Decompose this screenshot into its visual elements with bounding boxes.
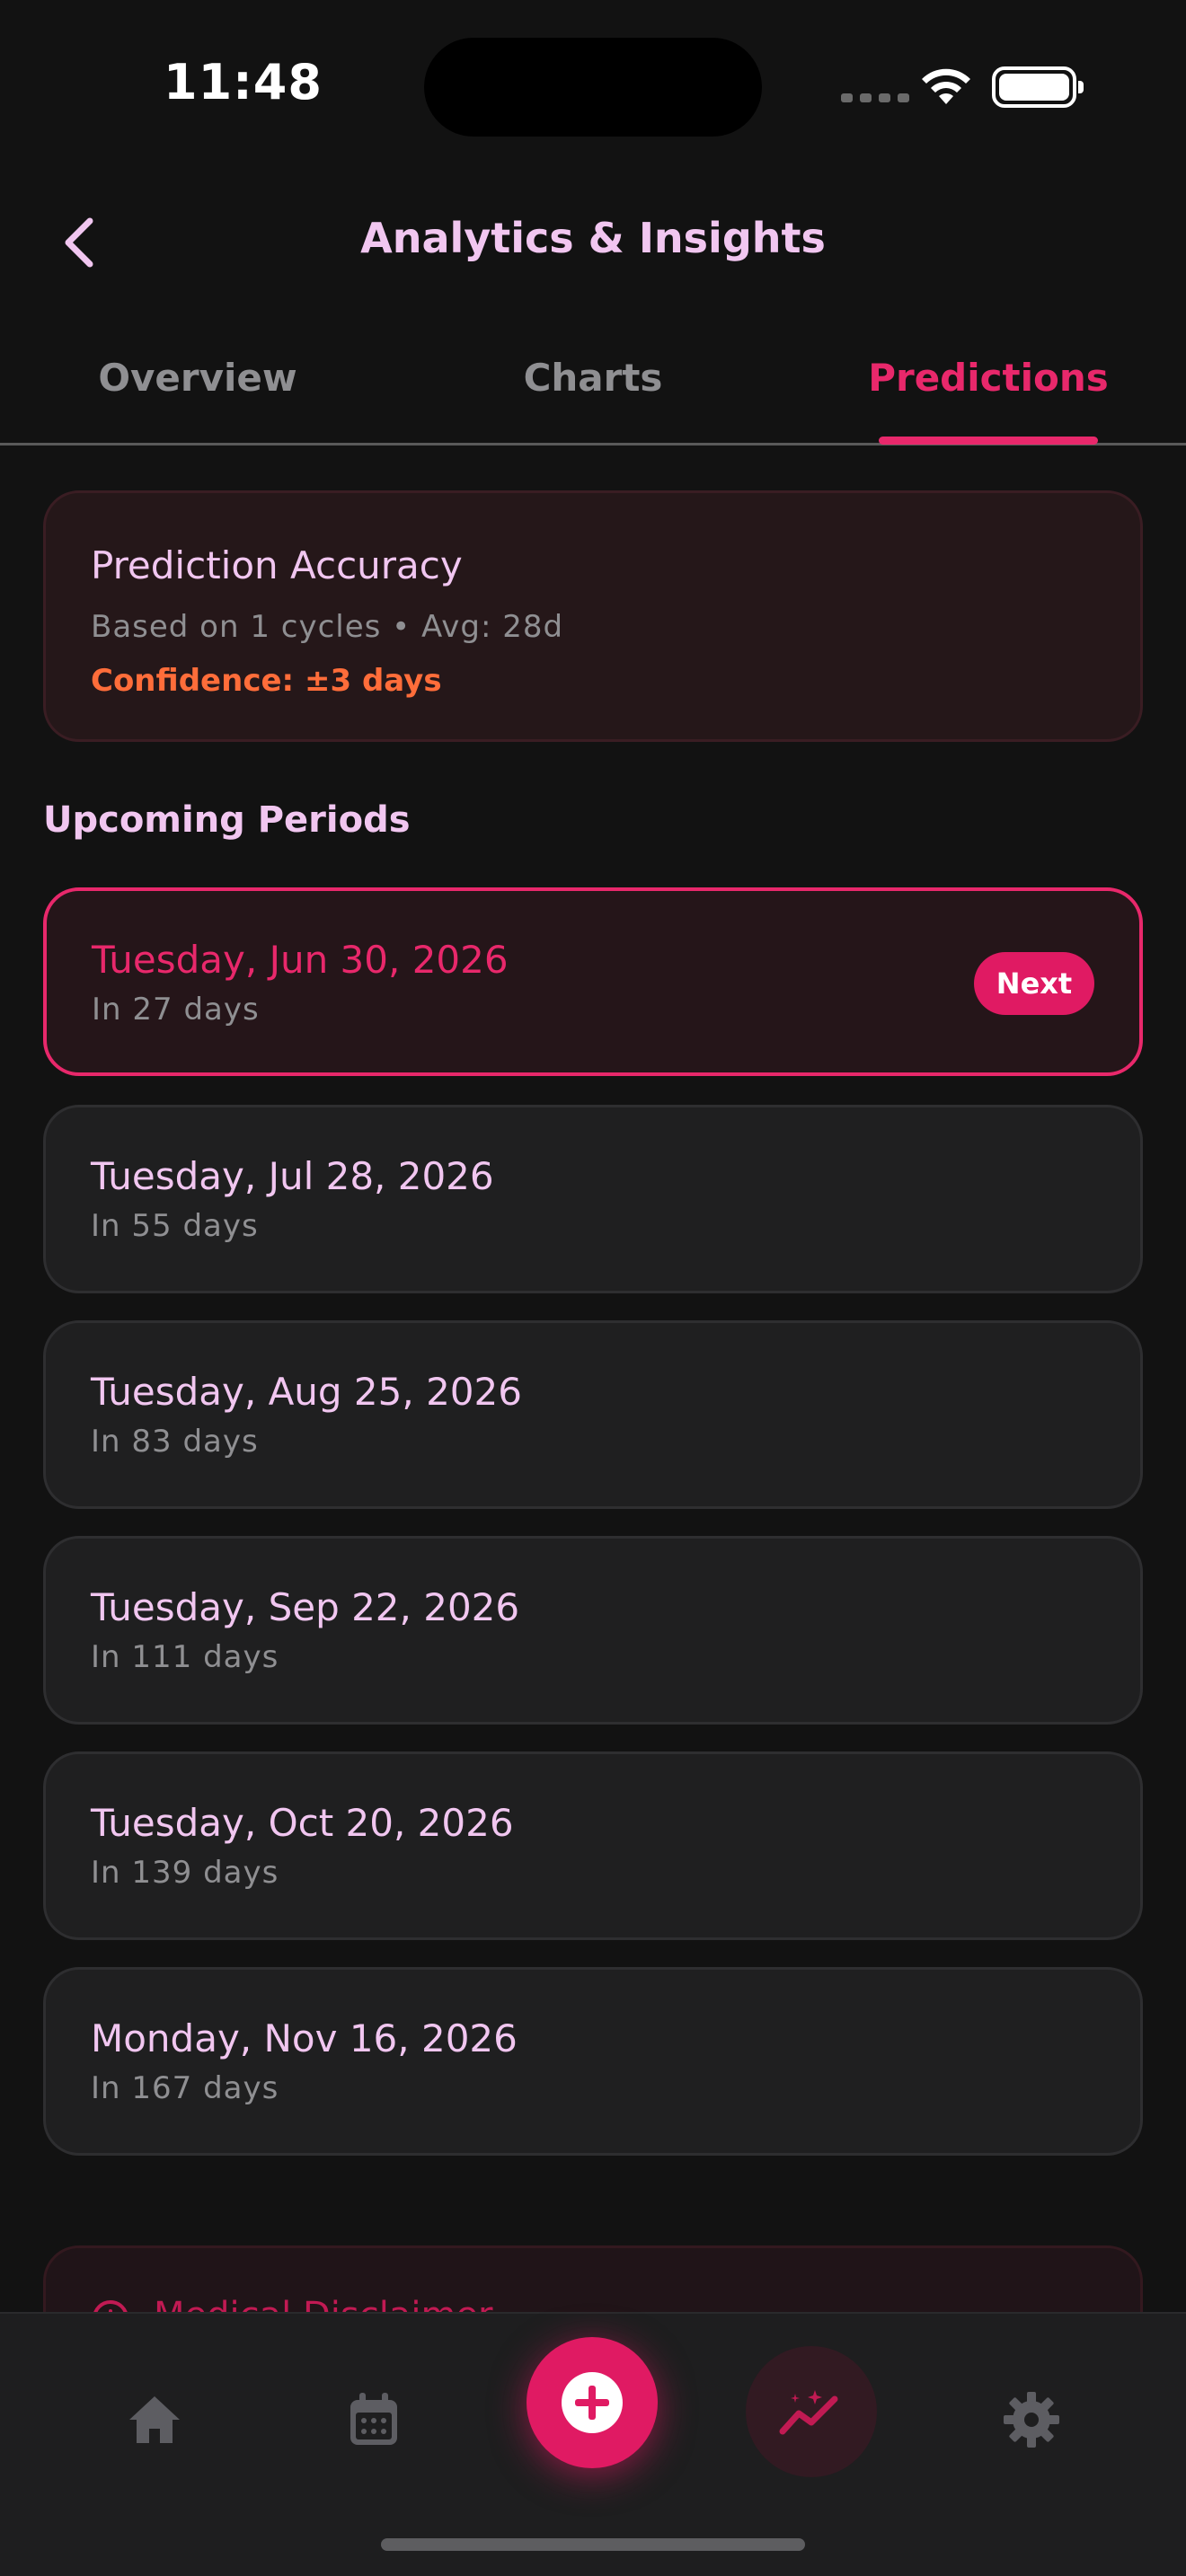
home-indicator bbox=[381, 2538, 805, 2551]
tab-predictions[interactable]: Predictions bbox=[863, 356, 1114, 446]
app-header: Analytics & Insights bbox=[0, 180, 1186, 305]
next-badge: Next bbox=[974, 952, 1094, 1015]
gear-icon bbox=[1004, 2392, 1059, 2448]
analytics-icon bbox=[779, 2390, 838, 2435]
home-icon bbox=[129, 2396, 180, 2443]
period-date: Monday, Nov 16, 2026 bbox=[91, 2016, 518, 2060]
page-title: Analytics & Insights bbox=[360, 214, 826, 262]
status-bar: 11:48 bbox=[0, 0, 1186, 171]
tab-overview[interactable]: Overview bbox=[90, 356, 305, 446]
accuracy-confidence: Confidence: ±3 days bbox=[91, 663, 442, 699]
period-days-until: In 167 days bbox=[91, 2070, 279, 2106]
period-card[interactable]: Tuesday, Oct 20, 2026 In 139 days bbox=[43, 1751, 1143, 1940]
period-days-until: In 83 days bbox=[91, 1424, 259, 1460]
period-date: Tuesday, Oct 20, 2026 bbox=[91, 1801, 514, 1845]
calendar-icon bbox=[350, 2393, 397, 2445]
battery-icon bbox=[992, 66, 1084, 108]
accuracy-title: Prediction Accuracy bbox=[91, 543, 463, 587]
period-card[interactable]: Tuesday, Sep 22, 2026 In 111 days bbox=[43, 1536, 1143, 1725]
period-date: Tuesday, Aug 25, 2026 bbox=[91, 1370, 522, 1414]
accuracy-subtitle: Based on 1 cycles • Avg: 28d bbox=[91, 609, 564, 645]
nav-home[interactable] bbox=[101, 2366, 208, 2474]
nav-analytics[interactable] bbox=[746, 2346, 877, 2477]
tab-charts[interactable]: Charts bbox=[485, 356, 701, 446]
period-card[interactable]: Tuesday, Jul 28, 2026 In 55 days bbox=[43, 1105, 1143, 1293]
status-time: 11:48 bbox=[164, 54, 323, 110]
period-card-next[interactable]: Tuesday, Jun 30, 2026 In 27 days Next bbox=[43, 887, 1143, 1076]
upcoming-periods-title: Upcoming Periods bbox=[43, 799, 411, 841]
cellular-signal-icon bbox=[841, 93, 909, 102]
nav-settings[interactable] bbox=[978, 2366, 1085, 2474]
add-icon bbox=[562, 2372, 623, 2433]
period-days-until: In 55 days bbox=[91, 1208, 259, 1244]
dynamic-island bbox=[424, 38, 762, 137]
period-date: Tuesday, Jun 30, 2026 bbox=[92, 938, 509, 982]
wifi-icon bbox=[922, 68, 970, 104]
prediction-accuracy-card: Prediction Accuracy Based on 1 cycles • … bbox=[43, 490, 1143, 742]
period-card[interactable]: Monday, Nov 16, 2026 In 167 days bbox=[43, 1967, 1143, 2156]
period-date: Tuesday, Jul 28, 2026 bbox=[91, 1154, 494, 1198]
period-days-until: In 139 days bbox=[91, 1855, 279, 1891]
tab-active-indicator bbox=[879, 437, 1098, 445]
add-entry-button[interactable] bbox=[527, 2337, 658, 2468]
nav-calendar[interactable] bbox=[320, 2366, 428, 2474]
tab-bar: Overview Charts Predictions bbox=[0, 341, 1186, 446]
period-days-until: In 111 days bbox=[91, 1639, 279, 1675]
period-card[interactable]: Tuesday, Aug 25, 2026 In 83 days bbox=[43, 1320, 1143, 1509]
bottom-navigation bbox=[0, 2312, 1186, 2576]
period-date: Tuesday, Sep 22, 2026 bbox=[91, 1585, 520, 1629]
period-days-until: In 27 days bbox=[92, 992, 260, 1028]
